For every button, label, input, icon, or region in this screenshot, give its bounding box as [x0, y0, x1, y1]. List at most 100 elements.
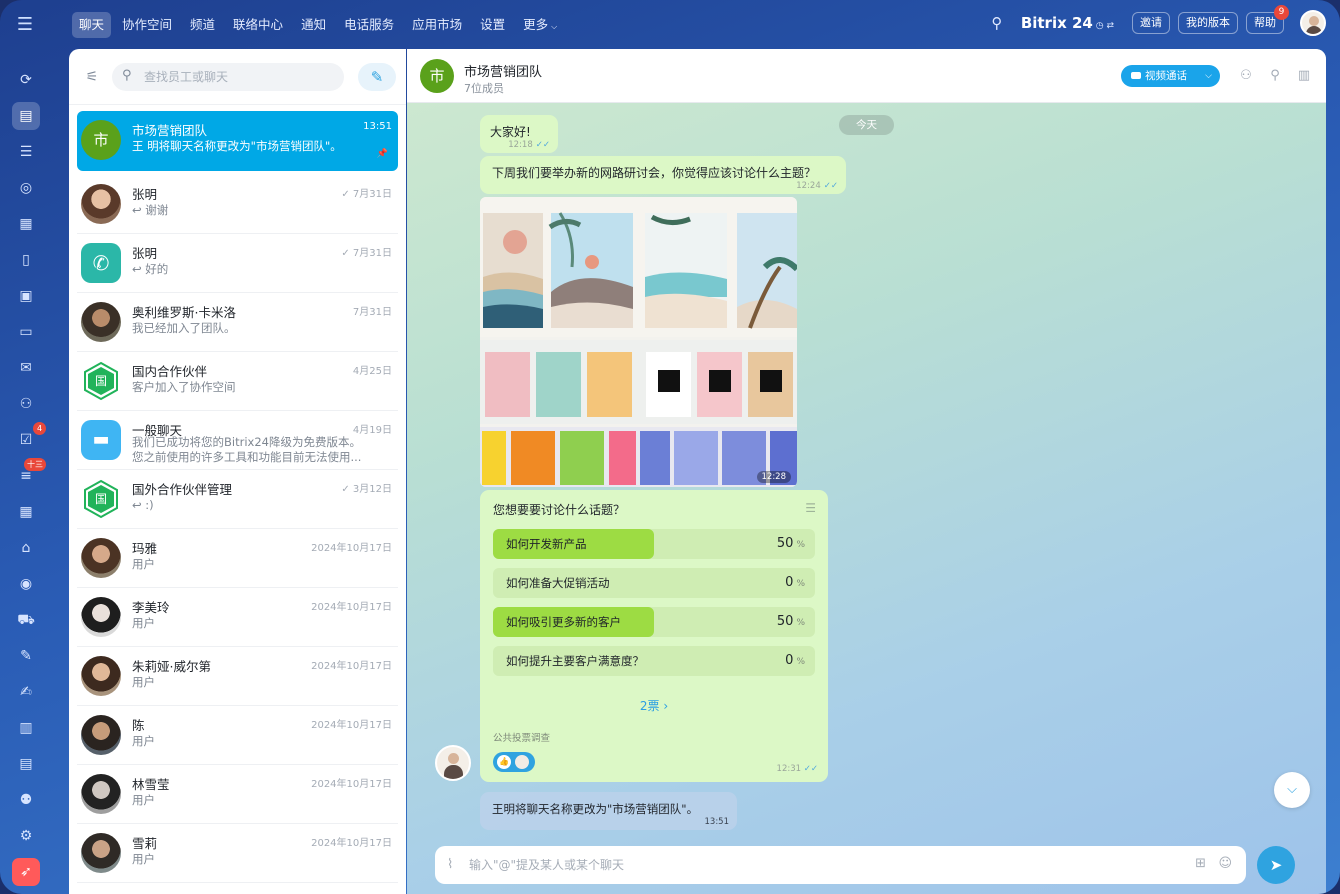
chat-header-avatar[interactable]: 市: [420, 59, 454, 93]
avatar: [81, 656, 121, 696]
calendar-icon[interactable]: ▦: [12, 210, 40, 238]
chevron-down-icon[interactable]: ⌵: [1205, 65, 1212, 87]
search-icon[interactable]: ⚲: [1266, 67, 1284, 85]
general-chat-icon: ▬: [81, 420, 121, 460]
robot-icon[interactable]: ⚉: [12, 786, 40, 814]
user-avatar[interactable]: [1300, 10, 1326, 36]
chat-time: 2024年10月17日: [311, 661, 392, 672]
nav-contact-center[interactable]: 联络中心: [226, 12, 290, 38]
warehouse-icon[interactable]: ⌂: [12, 534, 40, 562]
poll-option[interactable]: 如何提升主要客户满意度？ 0%: [493, 646, 815, 676]
filter-icon[interactable]: ⚟: [83, 68, 101, 86]
sidebar-toggle-icon[interactable]: ▥: [1295, 67, 1313, 85]
rocket-icon[interactable]: ➶: [12, 858, 40, 886]
percent-value: 50: [776, 536, 794, 551]
cart-icon[interactable]: ⛟: [12, 606, 40, 634]
drive-icon[interactable]: ▭: [12, 318, 40, 346]
chat-time: ✓ 7月31日: [341, 248, 392, 259]
invite-button[interactable]: 邀请: [1132, 12, 1170, 34]
chat-members[interactable]: 7位成员: [464, 80, 504, 96]
chat-time: 7月31日: [352, 307, 392, 318]
chat-item[interactable]: 玛雅 用户 2024年10月17日: [77, 529, 398, 588]
nav-telephony[interactable]: 电话服务: [337, 12, 401, 38]
chat-preview-line2: 您之前使用的许多工具和功能目前无法使用...: [132, 450, 362, 464]
scroll-down-button[interactable]: ⌵: [1274, 772, 1310, 808]
sender-avatar[interactable]: [435, 745, 471, 781]
chat-title[interactable]: 市场营销团队: [464, 61, 542, 80]
attach-icon[interactable]: ⌇: [447, 857, 453, 872]
search-icon[interactable]: ⚲: [987, 13, 1007, 33]
message-input[interactable]: [469, 855, 1189, 875]
nav-channels[interactable]: 频道: [183, 12, 222, 38]
target-icon[interactable]: ◎: [12, 174, 40, 202]
nav-market[interactable]: 应用市场: [405, 12, 469, 38]
message-bubble[interactable]: 大家好! 12:18 ✓✓: [480, 115, 558, 153]
tasks-icon[interactable]: ☑ 4: [12, 422, 46, 454]
chat-item[interactable]: 国 国外合作伙伴管理 ↩ :) ✓ 3月12日: [77, 470, 398, 529]
poll-votes-link[interactable]: 2票 ›: [480, 697, 828, 714]
poll-option[interactable]: 如何吸引更多新的客户 50%: [493, 607, 815, 637]
new-chat-button[interactable]: ✎: [358, 63, 396, 91]
edit-doc-icon[interactable]: ✎: [12, 642, 40, 670]
schedule-icon[interactable]: ▦: [12, 498, 40, 526]
send-button[interactable]: ➤: [1257, 846, 1295, 884]
chat-header: 市 市场营销团队 7位成员 视频通话 ⌵ ⚇ ⚲ ▥: [407, 49, 1326, 103]
nav-more-label: 更多: [523, 17, 549, 32]
chat-item-marketing[interactable]: 市 市场营销团队 王 明将聊天名称更改为"市场营销团队"。 13:51 📌: [77, 111, 398, 171]
chat-item[interactable]: ▬ 一般聊天 我们已成功将您的Bitrix24降级为免费版本。 您之前使用的许多…: [77, 411, 398, 470]
mail-icon[interactable]: ✉: [12, 354, 40, 382]
poll-message: 您想要要讨论什么话题？ ☰ 如何开发新产品 50% 如何准备大促销活动 0% 如…: [480, 490, 828, 782]
nav-collab[interactable]: 协作空间: [115, 12, 179, 38]
chat-item[interactable]: 朱莉娅·威尔第 用户 2024年10月17日: [77, 647, 398, 706]
hex-letter: 国: [94, 374, 107, 388]
image-gallery-message[interactable]: 12:28: [480, 197, 797, 487]
nav-more[interactable]: 更多 ⌵: [516, 12, 564, 38]
goal-icon[interactable]: ◉: [12, 570, 40, 598]
workgroup-avatar: 国: [81, 361, 121, 401]
chat-item[interactable]: 林雪莹 用户 2024年10月17日: [77, 765, 398, 824]
activity-icon[interactable]: ⟳: [12, 66, 40, 94]
chat-item[interactable]: 雪莉 用户 2024年10月17日: [77, 824, 398, 883]
feed-badge: 十三: [24, 458, 46, 471]
chat-item[interactable]: 国 国内合作伙伴 客户加入了协作空间 4月25日: [77, 352, 398, 411]
feed-icon[interactable]: ☰: [12, 138, 40, 166]
thumbs-up-icon: 👍: [497, 755, 511, 769]
apps-grid-icon[interactable]: ⊞: [1195, 856, 1206, 871]
workgroup-avatar: 国: [81, 479, 121, 519]
chat-item[interactable]: 李美玲 用户 2024年10月17日: [77, 588, 398, 647]
nav-settings[interactable]: 设置: [473, 12, 512, 38]
id-card-icon[interactable]: ▤: [12, 750, 40, 778]
nav-notifications[interactable]: 通知: [294, 12, 333, 38]
sign-icon[interactable]: ✍: [12, 678, 40, 706]
poll-option[interactable]: 如何开发新产品 50%: [493, 529, 815, 559]
poll-option[interactable]: 如何准备大促销活动 0%: [493, 568, 815, 598]
filter-feed-icon[interactable]: ≡ 十三: [12, 458, 46, 490]
chat-icon[interactable]: ▤: [12, 102, 40, 130]
message-time-text: 12:24: [796, 181, 821, 191]
document-icon[interactable]: ▯: [12, 246, 40, 274]
chat-item[interactable]: 张明 ↩ 谢谢 ✓ 7月31日: [77, 175, 398, 234]
settings-icon[interactable]: ⚙: [12, 822, 40, 850]
chat-item[interactable]: 奥利维罗斯·卡米洛 我已经加入了团队。 7月31日: [77, 293, 398, 352]
video-call-button[interactable]: 视频通话 ⌵: [1121, 65, 1220, 87]
brand-logo[interactable]: Bitrix 24 ◷ ⇄: [1021, 14, 1114, 32]
my-plan-button[interactable]: 我的版本: [1178, 12, 1238, 34]
message-bubble[interactable]: 下周我们要举办新的网路研讨会，你觉得应该讨论什么主题？ 12:24 ✓✓: [480, 156, 846, 194]
add-user-icon[interactable]: ⚇: [1237, 67, 1255, 85]
contacts-icon[interactable]: ⚇: [12, 390, 40, 418]
chat-item[interactable]: 陈 用户 2024年10月17日: [77, 706, 398, 765]
poster-3: [645, 213, 727, 328]
analytics-icon[interactable]: ▥: [12, 714, 40, 742]
board-icon[interactable]: ▣: [12, 282, 40, 310]
hamburger-icon[interactable]: ☰: [14, 14, 36, 36]
reaction-badge[interactable]: 👍: [493, 752, 535, 772]
poll-menu-icon[interactable]: ☰: [805, 501, 816, 515]
emoji-icon[interactable]: ☺: [1218, 856, 1232, 871]
percent-value: 0: [785, 653, 794, 668]
search-input[interactable]: [144, 67, 334, 87]
tasks-badge: 4: [33, 422, 46, 435]
help-button[interactable]: 帮助 9: [1246, 5, 1289, 34]
brand-text: Bitrix 24: [1020, 14, 1093, 32]
nav-chat[interactable]: 聊天: [72, 12, 112, 38]
chat-item[interactable]: ✆ 张明 ↩ 好的 ✓ 7月31日: [77, 234, 398, 293]
